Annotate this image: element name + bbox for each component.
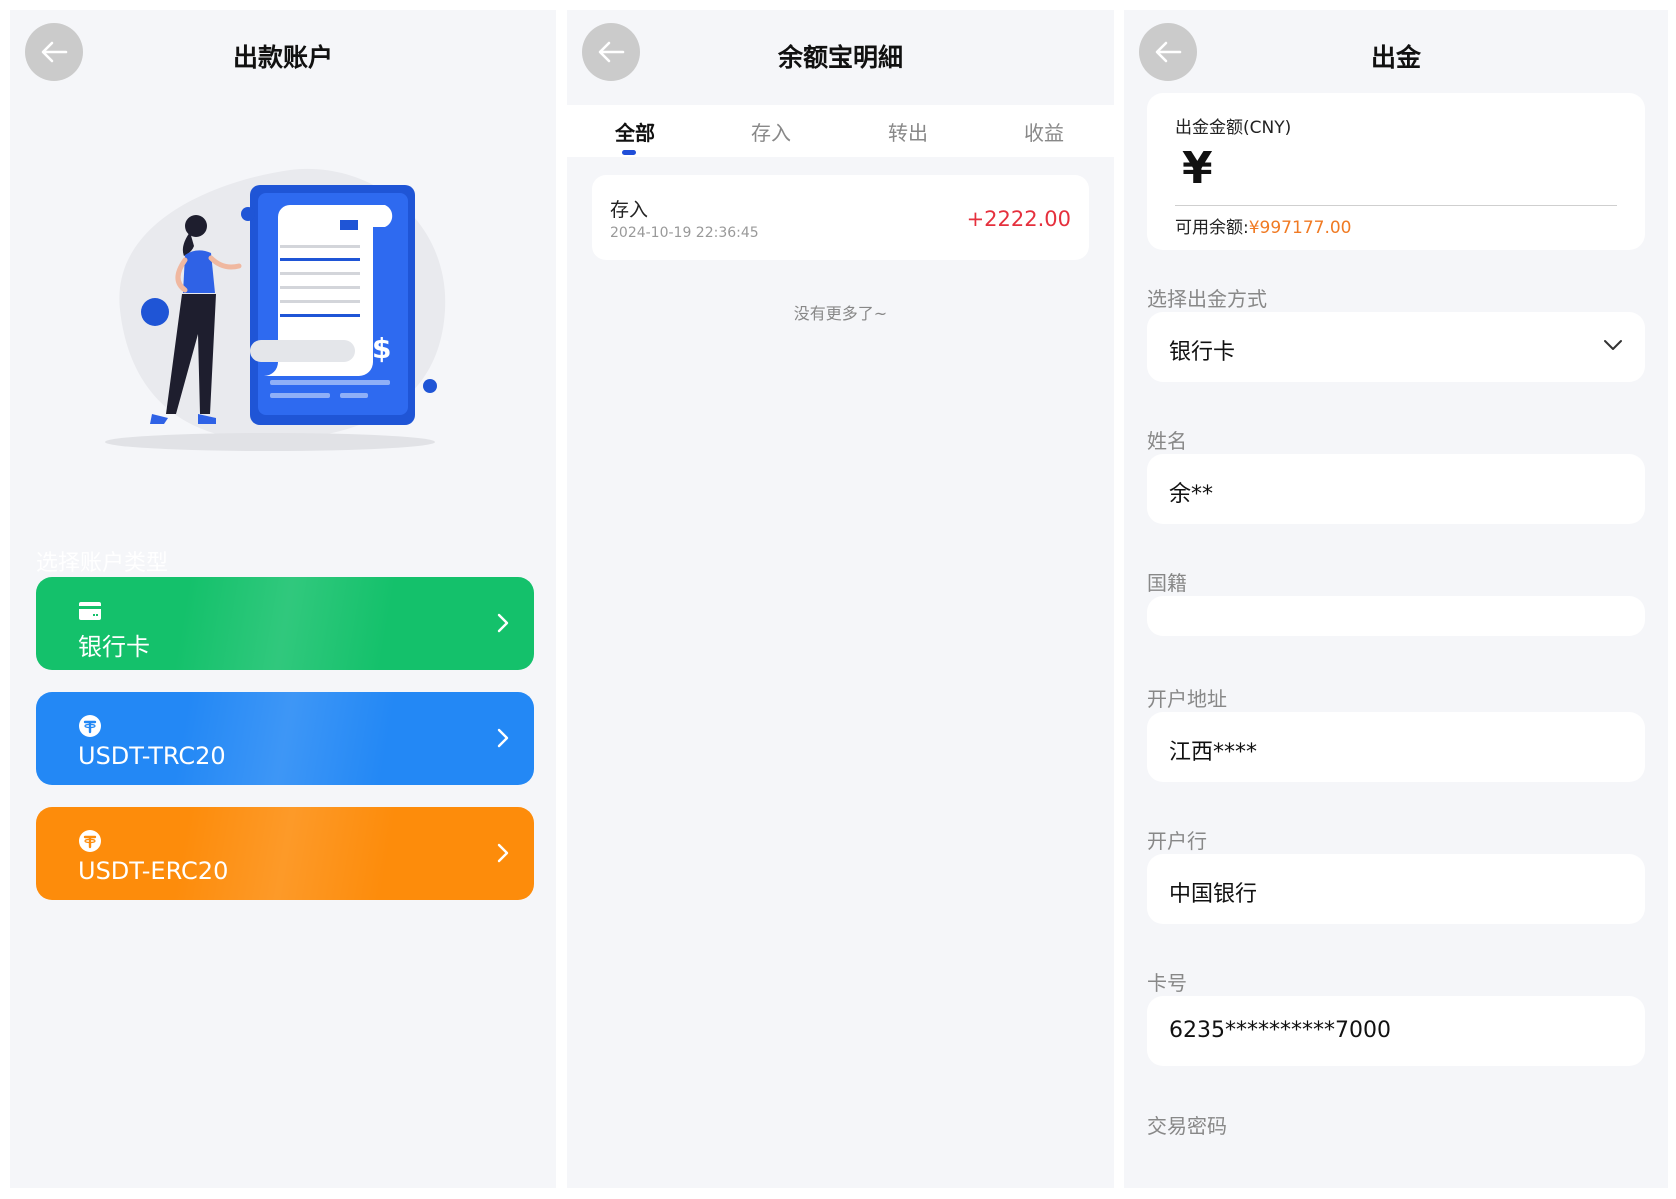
- available-balance: 可用余额:¥997177.00: [1175, 213, 1351, 238]
- tab-transfer-out[interactable]: 转出: [868, 117, 948, 146]
- svg-text:$: $: [372, 332, 391, 365]
- currency-symbol: ¥: [1182, 143, 1213, 194]
- amount-input[interactable]: [1227, 151, 1611, 193]
- tether-icon: [79, 715, 101, 737]
- field-label-name: 姓名: [1147, 429, 1187, 453]
- account-label: USDT-TRC20: [78, 742, 226, 770]
- card-icon: [79, 602, 101, 620]
- balance-detail-screen: 余额宝明細 全部 存入 转出 收益 存入 2024-10-19 22:36:45…: [567, 10, 1114, 1188]
- filter-tabs: 全部 存入 转出 收益: [567, 105, 1114, 157]
- card-decoration: [36, 692, 534, 785]
- amount-label: 出金金额(CNY): [1175, 118, 1292, 138]
- field-value: 余**: [1169, 482, 1214, 507]
- withdraw-account-screen: 出款账户 $ 选择账户类型 银行卡 USDT-TRC20 USDT-ERC20: [10, 10, 556, 1188]
- chevron-down-icon: [1604, 340, 1622, 350]
- record-amount: +2222.00: [966, 207, 1071, 231]
- field-label-address: 开户地址: [1147, 687, 1227, 711]
- account-label: USDT-ERC20: [78, 857, 229, 885]
- account-type-label: 选择账户类型: [36, 551, 169, 576]
- address-field[interactable]: 江西****: [1147, 712, 1645, 782]
- card-number-field[interactable]: 6235**********7000: [1147, 996, 1645, 1066]
- chevron-right-icon: [497, 728, 509, 748]
- tab-label: 存入: [751, 121, 791, 145]
- divider: [1175, 205, 1617, 206]
- account-card-usdt-erc20[interactable]: USDT-ERC20: [36, 807, 534, 900]
- field-label-trade-password: 交易密码: [1147, 1114, 1227, 1138]
- page-title: 余额宝明細: [777, 43, 903, 72]
- tab-deposit[interactable]: 存入: [731, 117, 811, 146]
- withdraw-illustration: $: [105, 168, 446, 451]
- record-time: 2024-10-19 22:36:45: [610, 225, 759, 241]
- field-label-card-number: 卡号: [1147, 971, 1187, 995]
- active-tab-indicator: [622, 150, 636, 155]
- tab-label: 转出: [888, 121, 928, 145]
- tab-earnings[interactable]: 收益: [1004, 117, 1084, 146]
- field-value: 中国银行: [1169, 882, 1258, 907]
- field-label-bank: 开户行: [1147, 829, 1207, 853]
- available-label: 可用余额:: [1175, 218, 1249, 238]
- bank-field[interactable]: 中国银行: [1147, 854, 1645, 924]
- tab-label: 收益: [1024, 121, 1064, 145]
- record-type: 存入: [610, 199, 649, 221]
- field-label-nationality: 国籍: [1147, 571, 1187, 595]
- no-more-text: 没有更多了~: [793, 304, 888, 323]
- method-label: 选择出金方式: [1147, 287, 1267, 311]
- list-item[interactable]: 存入 2024-10-19 22:36:45 +2222.00: [592, 175, 1089, 260]
- tether-icon: [79, 830, 101, 852]
- method-value: 银行卡: [1169, 340, 1236, 365]
- page-title: 出金: [1370, 43, 1421, 72]
- name-field[interactable]: 余**: [1147, 454, 1645, 524]
- withdraw-screen: 出金 出金金额(CNY) ¥ 可用余额:¥997177.00 选择出金方式 银行…: [1124, 10, 1668, 1188]
- account-label: 银行卡: [78, 633, 150, 661]
- chevron-right-icon: [497, 843, 509, 863]
- nationality-field[interactable]: [1147, 596, 1645, 636]
- amount-card: 出金金额(CNY) ¥ 可用余额:¥997177.00: [1147, 93, 1645, 250]
- tab-label: 全部: [615, 121, 655, 145]
- field-value: 江西****: [1169, 740, 1258, 765]
- page-title: 出款账户: [232, 43, 333, 72]
- field-value: 6235**********7000: [1169, 1018, 1391, 1043]
- account-card-usdt-trc20[interactable]: USDT-TRC20: [36, 692, 534, 785]
- card-decoration: [36, 807, 534, 900]
- available-value: ¥997177.00: [1248, 218, 1352, 238]
- account-card-bank[interactable]: 银行卡: [36, 577, 534, 670]
- tab-all[interactable]: 全部: [595, 117, 675, 155]
- chevron-right-icon: [497, 613, 509, 633]
- method-select[interactable]: 银行卡: [1147, 312, 1645, 382]
